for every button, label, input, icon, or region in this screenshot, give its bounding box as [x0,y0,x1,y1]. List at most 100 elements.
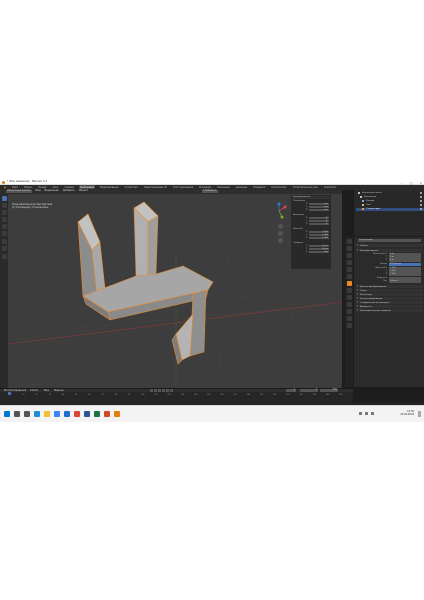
prop-type-dropdown[interactable]: Объект [389,280,421,283]
gizmo-z-icon [277,202,281,205]
view-menu[interactable]: Вид [36,189,41,192]
pan-icon[interactable] [278,230,283,236]
network-icon[interactable] [359,412,362,415]
language-icon[interactable] [371,412,374,415]
constraints-icon[interactable] [346,309,352,314]
camera-view-icon[interactable] [278,237,283,243]
outliner-row[interactable]: Коллекция [356,196,424,199]
timeline-tick-label: 130 [180,394,185,396]
np-scale-z-field[interactable]: 1.000 [309,237,329,240]
timeline-tick-label: 60 [88,394,91,396]
measure-tool-icon[interactable] [1,245,7,251]
clock-date: 20.04.2024 [400,413,414,417]
object-name-row: Стенка-крюк [356,239,423,242]
particles-icon[interactable] [346,295,352,300]
section-custom-properties[interactable]: ▸ Пользовательские свойства [356,309,423,313]
annotate-tool-icon[interactable] [1,238,7,244]
volume-icon[interactable] [365,412,368,415]
view-layer-icon[interactable] [346,260,352,265]
material-properties-icon[interactable] [346,323,352,328]
playhead[interactable] [8,392,11,395]
timeline-tick-label: 190 [259,394,264,396]
eye-icon[interactable] [420,192,422,194]
np-location-z-field[interactable]: 0 m [309,209,329,212]
eye-icon[interactable] [420,200,422,202]
outliner-row[interactable]: Камера [356,200,424,203]
output-properties-icon[interactable] [346,253,352,258]
notifications-icon[interactable] [418,411,421,417]
task-view-icon[interactable] [24,411,30,417]
select-menu[interactable]: Выделение [44,189,58,192]
world-properties-icon[interactable] [346,274,352,279]
scale-tool-icon[interactable] [1,223,7,229]
outliner-row[interactable]: Стенка-крюк [356,207,424,211]
object-properties-icon[interactable] [346,281,352,286]
cursor-tool-icon[interactable] [1,202,7,208]
transform-tool-icon[interactable] [1,230,7,236]
timeline-tick-label: 40 [61,394,65,396]
section-object[interactable]: ▾ Объект [356,244,423,248]
tool-properties-icon[interactable] [346,239,352,244]
prop-rotation-mode-dropdown[interactable]: XYZ Эйлер [389,263,421,266]
section-collections[interactable]: ▸ Коллекции [356,293,423,297]
add-menu[interactable]: Добавить [63,189,75,192]
timeline-tick-label: 230 [312,394,317,396]
add-cube-tool-icon[interactable] [1,253,7,259]
windows-start-icon[interactable] [4,411,10,417]
taskbar-clock[interactable]: 14:35 20.04.2024 [400,410,414,416]
section-instancing[interactable]: ▸ Экземплярирование [356,297,423,301]
move-tool-icon[interactable] [1,209,7,215]
select-box-tool-icon[interactable] [1,195,7,201]
modifier-properties-icon[interactable] [346,288,352,293]
timeline-tick-label: 200 [273,394,277,396]
timeline-tick-label: 160 [220,394,224,396]
prop-location-z-field[interactable]: 0 m [389,259,421,262]
section-relations[interactable]: ▸ Связи [356,289,423,293]
timeline-tick-label: 90 [127,394,131,396]
render-properties-icon[interactable] [346,246,352,251]
mail-icon[interactable] [64,411,70,417]
outliner-row[interactable]: Коллекция сцены [356,192,424,195]
prop-scale-z-field[interactable]: 1.000 [389,273,421,276]
object-menu[interactable]: Объект [79,189,88,192]
np-rotation-z-field[interactable]: 0° [309,223,329,226]
eye-icon[interactable] [420,196,422,198]
scene-properties-icon[interactable] [346,267,352,272]
navigation-gizmo[interactable] [270,202,288,220]
edge-icon[interactable] [34,411,40,417]
np-dimensions-z-field[interactable]: 3 m [309,251,329,254]
active-object-label: (1) Коллекция | Стенка-крюк [12,206,49,210]
np-dimensions-title: Габариты [293,242,304,245]
section-viewport-display[interactable]: ▸ Отображение во вьюпорте [356,301,423,305]
window-title: * (Без названия) - Blender 4.2 [7,180,48,184]
search-icon[interactable] [14,411,20,417]
np-location-title: Положение [293,200,306,203]
physics-icon[interactable] [346,302,352,307]
explorer-icon[interactable] [44,411,50,417]
store-icon[interactable] [54,411,60,417]
blender-icon[interactable] [114,411,120,417]
timeline-tick-label: 150 [207,394,211,396]
outliner-row[interactable]: Свет [356,204,424,207]
np-transform-header[interactable]: Преобразование [292,196,330,199]
chrome-icon[interactable] [74,411,80,417]
data-properties-icon[interactable] [346,316,352,321]
light-icon [362,204,364,206]
excel-icon[interactable] [94,411,100,417]
tool-shelf [0,193,8,388]
eye-icon[interactable] [420,208,422,210]
blender-window: * (Без названия) - Blender 4.2 – □ × ● Ф… [0,180,424,422]
section-transform[interactable]: ▾ Преобразование [356,249,423,253]
object-name-field[interactable]: Стенка-крюк [358,239,421,242]
rotate-tool-icon[interactable] [1,216,7,222]
zoom-icon[interactable] [278,223,283,229]
powerpoint-icon[interactable] [104,411,110,417]
section-visibility[interactable]: ▸ Видимость [356,305,423,309]
timeline-area[interactable]: 0 10 20 30 40 50 60 70 80 90 100 110 120 130 140 150 160… [0,392,353,402]
timeline-tick-label: 170 [233,394,237,396]
collection-icon [360,196,362,198]
mesh-icon [362,208,364,210]
word-icon[interactable] [84,411,90,417]
section-delta-transform[interactable]: ▸ Дельта-преобразование [356,285,423,289]
eye-icon[interactable] [420,204,422,206]
